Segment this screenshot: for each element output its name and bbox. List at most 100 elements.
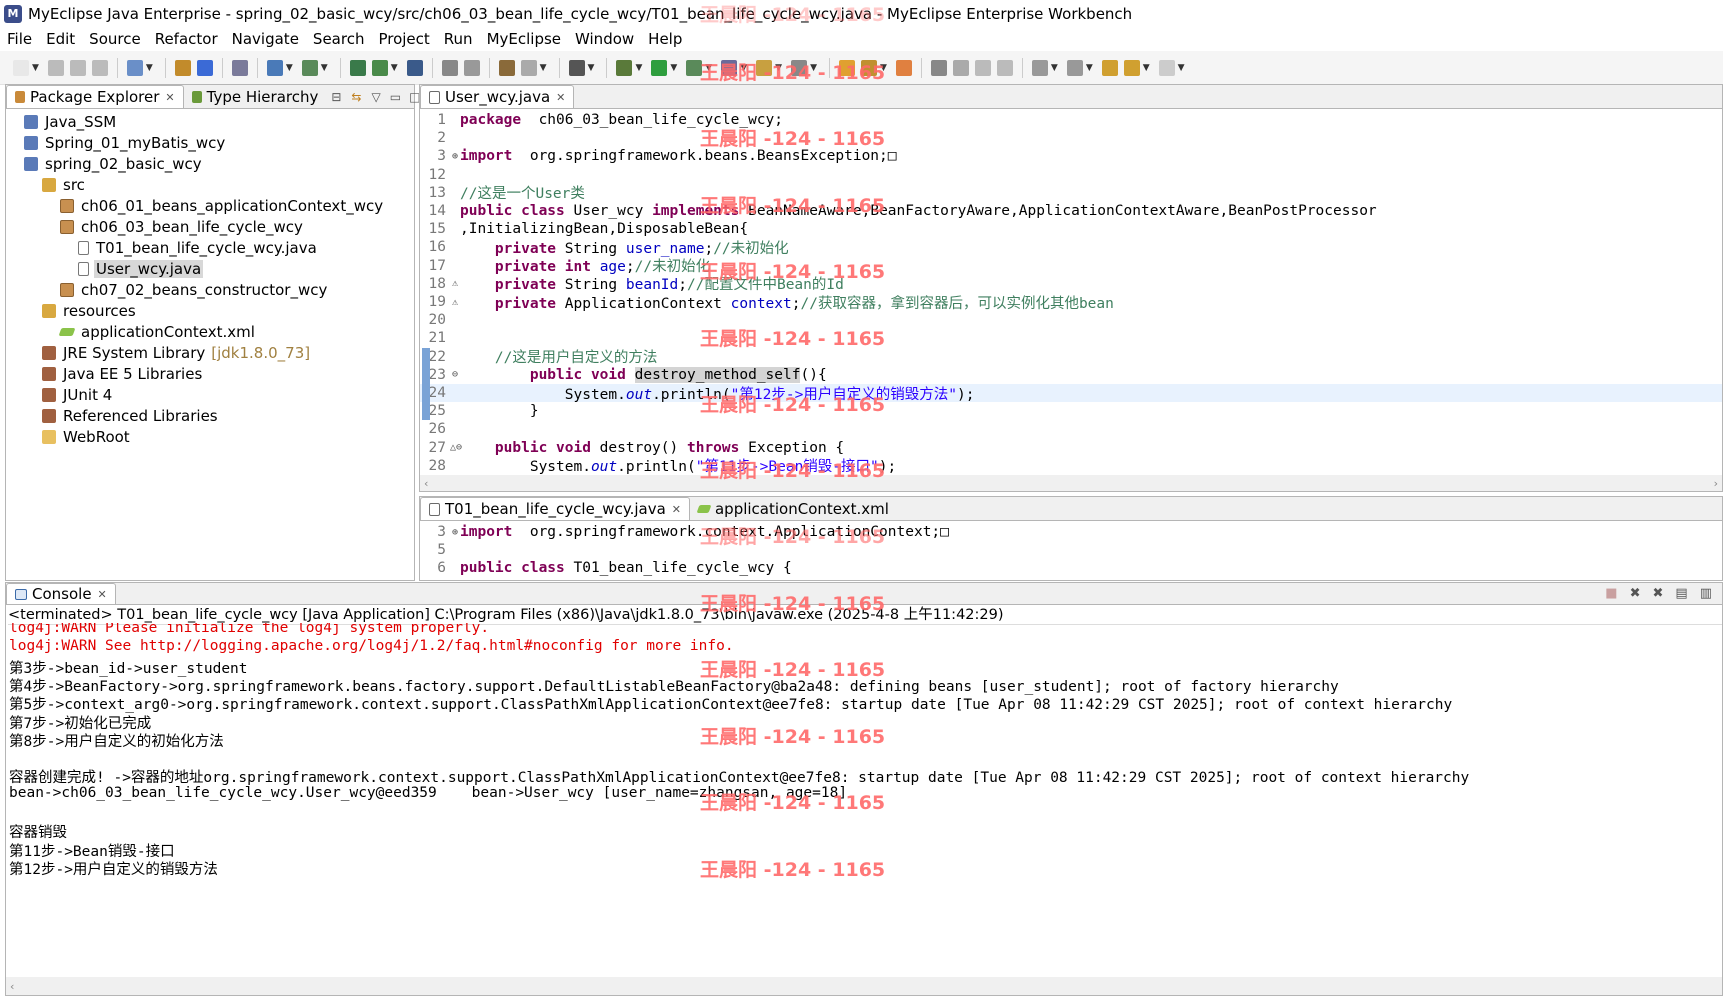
chevron-down-icon[interactable]: ▼	[1178, 63, 1185, 73]
menu-project[interactable]: Project	[371, 30, 436, 48]
sync-icon[interactable]	[463, 59, 480, 76]
tab-console[interactable]: Console ✕	[6, 583, 116, 604]
lock-icon[interactable]	[441, 59, 458, 76]
gutter-marker-icon[interactable]: ⊕	[450, 151, 460, 162]
chevron-down-icon[interactable]: ▼	[670, 63, 677, 73]
collapse-all-icon[interactable]: ⊟	[331, 90, 341, 104]
tree-item[interactable]: ch06_03_bean_life_cycle_wcy	[60, 216, 305, 237]
chevron-down-icon[interactable]: ▼	[740, 63, 747, 73]
tree-item[interactable]: T01_bean_life_cycle_wcy.java	[78, 237, 319, 258]
tree-item[interactable]: Java EE 5 Libraries	[42, 363, 204, 384]
code-area[interactable]: 1 package ch06_03_bean_life_cycle_wcy; 2 3 ⊕…	[420, 109, 1722, 475]
tab-application-context-xml[interactable]: applicationContext.xml	[690, 497, 897, 520]
close-icon[interactable]: ✕	[165, 91, 174, 104]
save-all-icon[interactable]	[69, 59, 86, 76]
save-icon[interactable]	[47, 59, 64, 76]
chevron-down-icon[interactable]: ▼	[321, 63, 328, 73]
task-icon[interactable]	[791, 59, 808, 76]
gutter-marker-icon[interactable]: △⊖	[450, 442, 462, 453]
tab-user-wcy-java[interactable]: User_wcy.java ✕	[420, 85, 575, 108]
menu-run[interactable]: Run	[437, 30, 480, 48]
chevron-down-icon[interactable]: ▼	[1143, 63, 1150, 73]
menu-search[interactable]: Search	[306, 30, 372, 48]
close-icon[interactable]: ✕	[672, 503, 681, 516]
chevron-down-icon[interactable]: ▼	[391, 63, 398, 73]
chevron-down-icon[interactable]: ▼	[32, 63, 39, 73]
chevron-down-icon[interactable]: ▼	[775, 63, 782, 73]
link-with-editor-icon[interactable]: ⇆	[351, 90, 361, 104]
terminate-icon[interactable]: ■	[1605, 586, 1617, 601]
deploy-icon[interactable]	[266, 59, 283, 76]
debug-icon[interactable]	[616, 59, 633, 76]
tree-item[interactable]: WebRoot	[42, 426, 132, 447]
tree-item[interactable]: applicationContext.xml	[58, 321, 257, 342]
chevron-down-icon[interactable]: ▼	[1051, 63, 1058, 73]
tab-package-explorer[interactable]: Package Explorer ✕	[6, 85, 184, 108]
open-task-icon[interactable]	[838, 59, 855, 76]
chevron-down-icon[interactable]: ▼	[588, 63, 595, 73]
server-icon[interactable]	[301, 59, 318, 76]
search-icon[interactable]	[721, 59, 738, 76]
chevron-down-icon[interactable]: ▼	[1086, 63, 1093, 73]
chevron-down-icon[interactable]: ▼	[146, 63, 153, 73]
tree-item[interactable]: JRE System Library [jdk1.8.0_73]	[42, 342, 310, 363]
menu-myeclipse[interactable]: MyEclipse	[480, 30, 568, 48]
toggle-icon[interactable]	[974, 59, 991, 76]
db-icon[interactable]	[498, 59, 515, 76]
chevron-down-icon[interactable]: ▼	[540, 63, 547, 73]
open-resource-icon[interactable]	[231, 59, 248, 76]
console-output[interactable]: log4j:WARN Please initialize the log4j s…	[9, 623, 1722, 977]
gutter-marker-icon[interactable]: ⚠	[450, 297, 460, 308]
new-web-icon[interactable]	[349, 59, 366, 76]
tree-item[interactable]: ch07_02_beans_constructor_wcy	[60, 279, 329, 300]
open-type-icon[interactable]	[174, 59, 191, 76]
menu-help[interactable]: Help	[641, 30, 689, 48]
annotation-icon[interactable]	[930, 59, 947, 76]
tree-item[interactable]: JUnit 4	[42, 384, 114, 405]
back-icon[interactable]	[1123, 59, 1140, 76]
remove-launch-icon[interactable]: ✖	[1630, 586, 1641, 601]
coverage-icon[interactable]	[756, 59, 773, 76]
close-icon[interactable]: ✕	[556, 91, 565, 104]
console-horizontal-scrollbar[interactable]: ‹	[6, 977, 1722, 995]
new-java-project-icon[interactable]	[126, 59, 143, 76]
next-annotation-icon[interactable]	[1031, 59, 1048, 76]
run-icon[interactable]	[651, 59, 668, 76]
team-icon[interactable]	[895, 59, 912, 76]
menu-navigate[interactable]: Navigate	[225, 30, 306, 48]
chevron-down-icon[interactable]: ▼	[635, 63, 642, 73]
pen-icon[interactable]	[952, 59, 969, 76]
tree-item[interactable]: spring_02_basic_wcy	[24, 153, 204, 174]
tree-item[interactable]: src	[42, 174, 87, 195]
edit-icon[interactable]	[860, 59, 877, 76]
menu-edit[interactable]: Edit	[39, 30, 82, 48]
menu-window[interactable]: Window	[568, 30, 641, 48]
code-area[interactable]: 3 ⊕ import org.springframework.context.App…	[420, 521, 1722, 580]
menu-file[interactable]: File	[0, 30, 39, 48]
tree-item[interactable]: Spring_01_myBatis_wcy	[24, 132, 227, 153]
gutter-marker-icon[interactable]: ⊖	[450, 369, 460, 380]
tree-item[interactable]: User_wcy.java	[78, 258, 204, 279]
scroll-lock-icon[interactable]: ▥	[1700, 586, 1712, 601]
chevron-down-icon[interactable]: ▼	[880, 63, 887, 73]
tree-item[interactable]: Referenced Libraries	[42, 405, 220, 426]
close-icon[interactable]: ✕	[98, 588, 107, 601]
chevron-down-icon[interactable]: ▼	[286, 63, 293, 73]
view-menu-icon[interactable]: ▽	[371, 90, 380, 104]
gutter-marker-icon[interactable]: ⊕	[450, 527, 460, 538]
forward-icon[interactable]	[1158, 59, 1175, 76]
clear-console-icon[interactable]: ▤	[1675, 586, 1687, 601]
open-perspective-icon[interactable]	[196, 59, 213, 76]
run-external-icon[interactable]	[686, 59, 703, 76]
new-icon[interactable]	[13, 59, 29, 76]
chevron-down-icon[interactable]: ▼	[705, 63, 712, 73]
horizontal-scrollbar[interactable]: ‹ ›	[420, 475, 1722, 491]
chevron-down-icon[interactable]: ▼	[810, 63, 817, 73]
minimize-icon[interactable]: ▭	[390, 90, 401, 104]
print-icon[interactable]	[91, 59, 108, 76]
menu-source[interactable]: Source	[82, 30, 148, 48]
tab-t01-java[interactable]: T01_bean_life_cycle_wcy.java ✕	[420, 497, 690, 520]
connect-icon[interactable]	[520, 59, 537, 76]
screenshot-icon[interactable]	[568, 59, 585, 76]
tree-item[interactable]: Java_SSM	[24, 111, 118, 132]
